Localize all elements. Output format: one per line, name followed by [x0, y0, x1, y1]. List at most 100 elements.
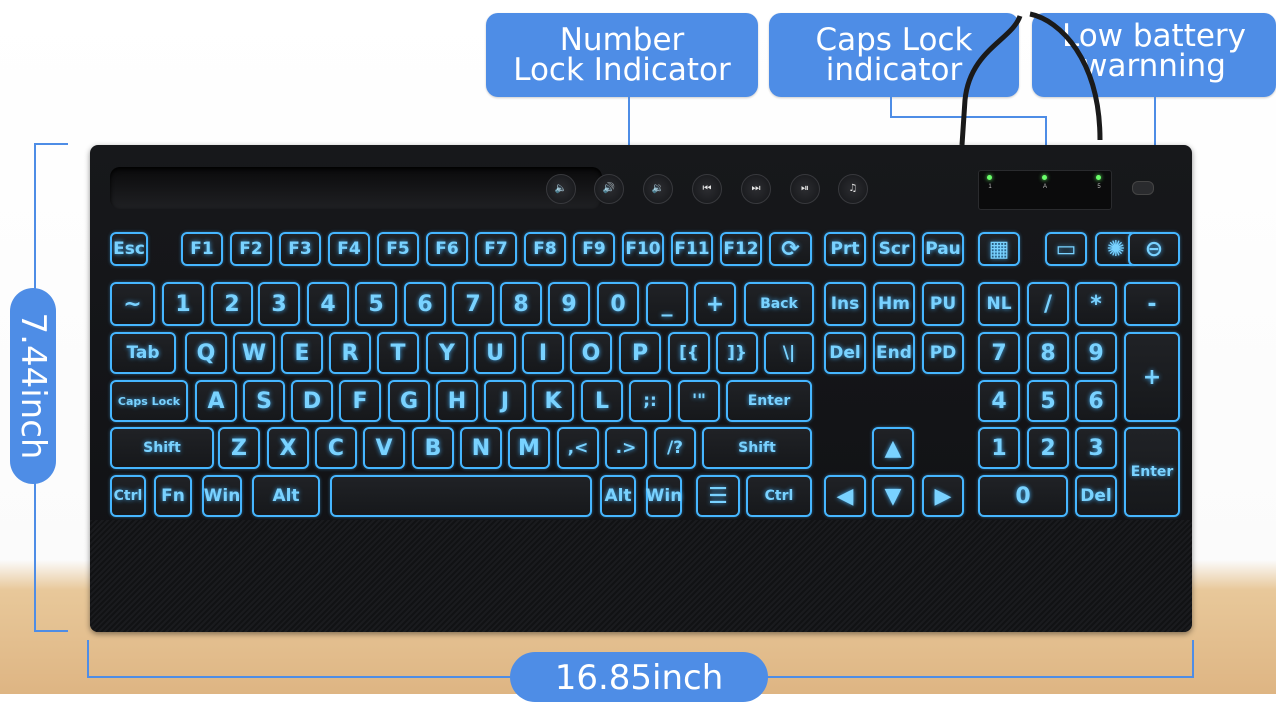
key-number-4[interactable]: 4	[307, 282, 349, 326]
key-top-t[interactable]: T	[377, 332, 419, 374]
key-function-pau[interactable]: Pau	[922, 232, 964, 266]
key-top-o[interactable]: O	[570, 332, 612, 374]
key-shift-symbol-10[interactable]: /?	[654, 427, 696, 469]
play-pause-icon[interactable]: ⏯	[790, 174, 820, 204]
key-bottom-symbol-9[interactable]: ◀	[824, 475, 866, 517]
key-shift-2[interactable]: 2	[1027, 427, 1069, 469]
key-number-7[interactable]: 7	[452, 282, 494, 326]
key-function-symbol-13[interactable]: ⟳	[769, 232, 812, 266]
key-home-symbol-11[interactable]: '"	[678, 380, 720, 422]
mute-icon[interactable]: 🔈	[546, 174, 576, 204]
key-top-symbol-13[interactable]: \|	[764, 332, 814, 374]
key-number-nl[interactable]: NL	[978, 282, 1020, 326]
key-number-9[interactable]: 9	[548, 282, 590, 326]
key-bottom-symbol-11[interactable]: ▶	[922, 475, 964, 517]
volume-up-icon[interactable]: 🔊	[594, 174, 624, 204]
key-bottom-symbol-10[interactable]: ▼	[872, 475, 914, 517]
key-top-pd[interactable]: PD	[922, 332, 964, 374]
key-function-f4[interactable]: F4	[328, 232, 370, 266]
key-bottom-del[interactable]: Del	[1075, 475, 1117, 517]
key-top-9[interactable]: 9	[1075, 332, 1117, 374]
key-number-symbol-19[interactable]: *	[1075, 282, 1117, 326]
key-top-q[interactable]: Q	[185, 332, 227, 374]
key-function-f10[interactable]: F10	[622, 232, 664, 266]
key-top-w[interactable]: W	[233, 332, 275, 374]
key-number-symbol-20[interactable]: -	[1124, 282, 1180, 326]
music-icon[interactable]: ♫	[838, 174, 868, 204]
key-function-f6[interactable]: F6	[426, 232, 468, 266]
key-top-7[interactable]: 7	[978, 332, 1020, 374]
key-number-ins[interactable]: Ins	[824, 282, 866, 326]
key-number-2[interactable]: 2	[211, 282, 253, 326]
key-home-k[interactable]: K	[532, 380, 574, 422]
key-home-6[interactable]: 6	[1075, 380, 1117, 422]
key-function-f12[interactable]: F12	[720, 232, 762, 266]
key-number-symbol-0[interactable]: ~	[110, 282, 155, 326]
key-home-5[interactable]: 5	[1027, 380, 1069, 422]
key-shift-symbol-9[interactable]: .>	[605, 427, 647, 469]
key-number-hm[interactable]: Hm	[873, 282, 915, 326]
key-home-s[interactable]: S	[243, 380, 285, 422]
key-function-symbol-17[interactable]: ▦	[978, 232, 1020, 266]
key-function-f9[interactable]: F9	[573, 232, 615, 266]
key-bottom-0[interactable]: 0	[978, 475, 1068, 517]
key-function-symbol-18[interactable]: ▭	[1045, 232, 1087, 266]
key-home-enter[interactable]: Enter	[726, 380, 812, 422]
key-function-scr[interactable]: Scr	[873, 232, 915, 266]
key-bottom-symbol-7[interactable]: ☰	[696, 475, 740, 517]
key-shift-symbol-12[interactable]: ▲	[872, 427, 914, 469]
key-home-symbol-10[interactable]: ;:	[629, 380, 671, 422]
key-shift-c[interactable]: C	[315, 427, 357, 469]
key-bottom-fn[interactable]: Fn	[154, 475, 192, 517]
key-function-prt[interactable]: Prt	[824, 232, 866, 266]
key-shift-enter[interactable]: Enter	[1124, 427, 1180, 517]
key-number-8[interactable]: 8	[500, 282, 542, 326]
key-top-tab[interactable]: Tab	[110, 332, 176, 374]
key-bottom-ctrl[interactable]: Ctrl	[110, 475, 146, 517]
key-number-5[interactable]: 5	[355, 282, 397, 326]
key-top-p[interactable]: P	[619, 332, 661, 374]
key-number-back[interactable]: Back	[744, 282, 814, 326]
power-switch[interactable]	[1132, 181, 1154, 195]
key-number-pu[interactable]: PU	[922, 282, 964, 326]
key-home-l[interactable]: L	[581, 380, 623, 422]
key-function-f11[interactable]: F11	[671, 232, 713, 266]
key-home-caps-lock[interactable]: Caps Lock	[110, 380, 188, 422]
key-top-u[interactable]: U	[474, 332, 516, 374]
key-top-8[interactable]: 8	[1027, 332, 1069, 374]
key-shift-1[interactable]: 1	[978, 427, 1020, 469]
key-home-h[interactable]: H	[436, 380, 478, 422]
key-bottom-space[interactable]	[330, 475, 592, 517]
key-top-del[interactable]: Del	[824, 332, 866, 374]
key-function-f5[interactable]: F5	[377, 232, 419, 266]
key-shift-b[interactable]: B	[412, 427, 454, 469]
next-track-icon[interactable]: ⏭	[741, 174, 771, 204]
key-shift-3[interactable]: 3	[1075, 427, 1117, 469]
key-bottom-win[interactable]: Win	[202, 475, 242, 517]
key-number-symbol-11[interactable]: _	[646, 282, 688, 326]
key-top-symbol-20[interactable]: +	[1124, 332, 1180, 422]
key-shift-x[interactable]: X	[267, 427, 309, 469]
key-top-symbol-11[interactable]: [{	[668, 332, 710, 374]
key-top-end[interactable]: End	[873, 332, 915, 374]
key-function-f8[interactable]: F8	[524, 232, 566, 266]
key-top-e[interactable]: E	[281, 332, 323, 374]
key-top-y[interactable]: Y	[426, 332, 468, 374]
key-home-a[interactable]: A	[195, 380, 237, 422]
key-home-4[interactable]: 4	[978, 380, 1020, 422]
key-home-j[interactable]: J	[484, 380, 526, 422]
key-shift-shift[interactable]: Shift	[110, 427, 214, 469]
key-bottom-win[interactable]: Win	[646, 475, 682, 517]
key-shift-v[interactable]: V	[363, 427, 405, 469]
key-shift-z[interactable]: Z	[218, 427, 260, 469]
key-top-r[interactable]: R	[329, 332, 371, 374]
key-top-symbol-12[interactable]: ]}	[716, 332, 758, 374]
key-function-f1[interactable]: F1	[181, 232, 223, 266]
key-number-0[interactable]: 0	[597, 282, 639, 326]
key-top-i[interactable]: I	[522, 332, 564, 374]
key-function-esc[interactable]: Esc	[110, 232, 148, 266]
key-number-3[interactable]: 3	[258, 282, 300, 326]
key-shift-n[interactable]: N	[460, 427, 502, 469]
key-function-f2[interactable]: F2	[230, 232, 272, 266]
key-home-d[interactable]: D	[291, 380, 333, 422]
